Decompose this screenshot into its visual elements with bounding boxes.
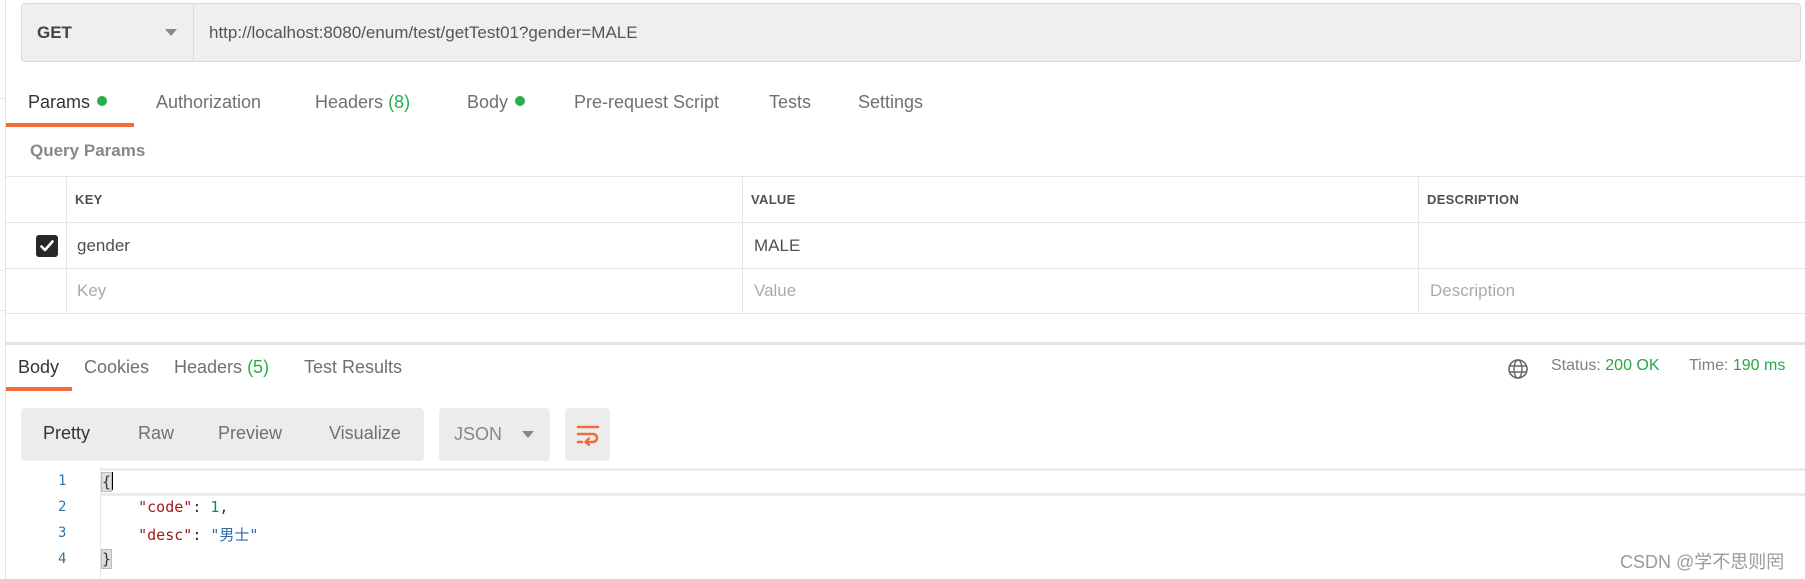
tab-pre-request-script[interactable]: Pre-request Script bbox=[574, 92, 719, 113]
json-comma: , bbox=[219, 498, 229, 516]
response-time: Time: 190 ms bbox=[1689, 357, 1785, 375]
new-description-input[interactable]: Description bbox=[1430, 269, 1515, 313]
param-description-input[interactable] bbox=[1430, 223, 1800, 268]
tab-label: Headers bbox=[315, 92, 384, 112]
column-header-key: KEY bbox=[75, 192, 103, 207]
tab-settings[interactable]: Settings bbox=[858, 92, 923, 113]
active-dot-icon bbox=[97, 96, 108, 106]
method-select[interactable]: GET bbox=[22, 4, 194, 61]
column-divider bbox=[1418, 177, 1419, 222]
param-value-input[interactable]: MALE bbox=[754, 223, 800, 268]
tab-label: Headers bbox=[174, 357, 243, 377]
panel-divider bbox=[0, 310, 5, 311]
code-line: 1 { bbox=[6, 468, 1805, 494]
request-tabs: Params Authorization Headers (8) Body Pr… bbox=[0, 88, 1805, 128]
format-select[interactable]: JSON bbox=[439, 408, 550, 461]
line-number: 3 bbox=[58, 525, 67, 541]
column-divider bbox=[742, 269, 743, 313]
new-value-input[interactable]: Value bbox=[754, 269, 796, 313]
view-mode-preview[interactable]: Preview bbox=[218, 423, 282, 444]
open-brace: { bbox=[100, 472, 113, 492]
url-input[interactable]: http://localhost:8080/enum/test/getTest0… bbox=[194, 23, 638, 43]
active-dot-icon bbox=[515, 96, 526, 106]
new-key-input[interactable]: Key bbox=[77, 269, 106, 313]
status-value[interactable]: 200 OK bbox=[1605, 357, 1659, 374]
request-response-divider[interactable] bbox=[6, 342, 1805, 345]
json-key: "desc" bbox=[138, 526, 193, 544]
column-divider bbox=[66, 177, 67, 222]
close-brace: } bbox=[100, 549, 113, 569]
column-divider bbox=[1418, 223, 1419, 268]
globe-icon[interactable] bbox=[1507, 358, 1529, 380]
response-body-editor[interactable]: 1 { 2 "code": 1, 3 "desc": "男士" 4 } bbox=[6, 466, 1805, 579]
param-enabled-checkbox[interactable] bbox=[36, 235, 58, 257]
chevron-down-icon bbox=[165, 29, 177, 36]
view-mode-raw[interactable]: Raw bbox=[138, 423, 174, 444]
time-value[interactable]: 190 ms bbox=[1733, 357, 1785, 374]
tab-label: Tests bbox=[769, 92, 812, 112]
line-number: 2 bbox=[58, 499, 67, 515]
param-key-input[interactable]: gender bbox=[77, 223, 130, 268]
line-number: 4 bbox=[58, 551, 67, 567]
watermark: CSDN @学不思则罔 bbox=[1620, 552, 1785, 572]
response-status: Status: 200 OK bbox=[1551, 357, 1660, 375]
format-label: JSON bbox=[454, 424, 503, 444]
json-value: "男士" bbox=[210, 526, 259, 544]
code-line: 4 } bbox=[6, 546, 1805, 572]
response-tab-test-results[interactable]: Test Results bbox=[304, 357, 402, 378]
status-label: Status: bbox=[1551, 357, 1601, 374]
view-mode-selector: Pretty Raw Preview Visualize bbox=[21, 408, 424, 461]
column-header-description: DESCRIPTION bbox=[1427, 192, 1520, 207]
tab-body[interactable]: Body bbox=[467, 92, 526, 113]
tab-authorization[interactable]: Authorization bbox=[156, 92, 261, 113]
response-tab-cookies[interactable]: Cookies bbox=[84, 357, 149, 378]
tab-params[interactable]: Params bbox=[28, 92, 108, 113]
wrap-lines-button[interactable] bbox=[565, 408, 610, 461]
column-header-value: VALUE bbox=[751, 192, 796, 207]
response-tab-headers[interactable]: Headers (5) bbox=[174, 357, 269, 378]
line-number: 1 bbox=[58, 473, 67, 489]
tab-label: Params bbox=[28, 92, 91, 112]
headers-count: (8) bbox=[388, 92, 411, 112]
tab-label: Pre-request Script bbox=[574, 92, 720, 112]
view-mode-pretty[interactable]: Pretty bbox=[43, 423, 90, 444]
method-label: GET bbox=[37, 22, 72, 42]
query-params-table: KEY VALUE DESCRIPTION gender MALE Key Va… bbox=[6, 176, 1805, 314]
view-mode-visualize[interactable]: Visualize bbox=[329, 423, 401, 444]
time-label: Time: bbox=[1689, 357, 1729, 374]
tab-label: Settings bbox=[858, 92, 924, 112]
tab-tests[interactable]: Tests bbox=[769, 92, 811, 113]
active-tab-indicator bbox=[6, 123, 134, 127]
query-params-title: Query Params bbox=[30, 141, 146, 160]
json-key: "code" bbox=[138, 498, 193, 516]
checkmark-icon bbox=[40, 240, 54, 252]
column-divider bbox=[66, 223, 67, 268]
column-divider bbox=[742, 223, 743, 268]
panel-divider bbox=[0, 270, 5, 271]
table-row-new: Key Value Description bbox=[6, 268, 1805, 314]
table-header-row: KEY VALUE DESCRIPTION bbox=[6, 176, 1805, 222]
tab-label: Body bbox=[467, 92, 509, 112]
table-row: gender MALE bbox=[6, 222, 1805, 268]
wrap-lines-icon bbox=[576, 425, 599, 446]
code-line: 2 "code": 1, bbox=[58, 498, 229, 516]
code-line: 3 "desc": "男士" bbox=[58, 525, 259, 544]
active-response-tab-indicator bbox=[6, 387, 72, 391]
column-divider bbox=[1418, 269, 1419, 313]
text-cursor bbox=[111, 472, 114, 490]
column-divider bbox=[66, 269, 67, 313]
tab-headers[interactable]: Headers (8) bbox=[315, 92, 410, 113]
response-tab-body[interactable]: Body bbox=[18, 357, 59, 378]
request-url-bar: GET http://localhost:8080/enum/test/getT… bbox=[21, 3, 1801, 62]
tab-label: Authorization bbox=[156, 92, 262, 112]
column-divider bbox=[742, 177, 743, 222]
chevron-down-icon bbox=[522, 431, 535, 438]
headers-count: (5) bbox=[247, 357, 270, 377]
